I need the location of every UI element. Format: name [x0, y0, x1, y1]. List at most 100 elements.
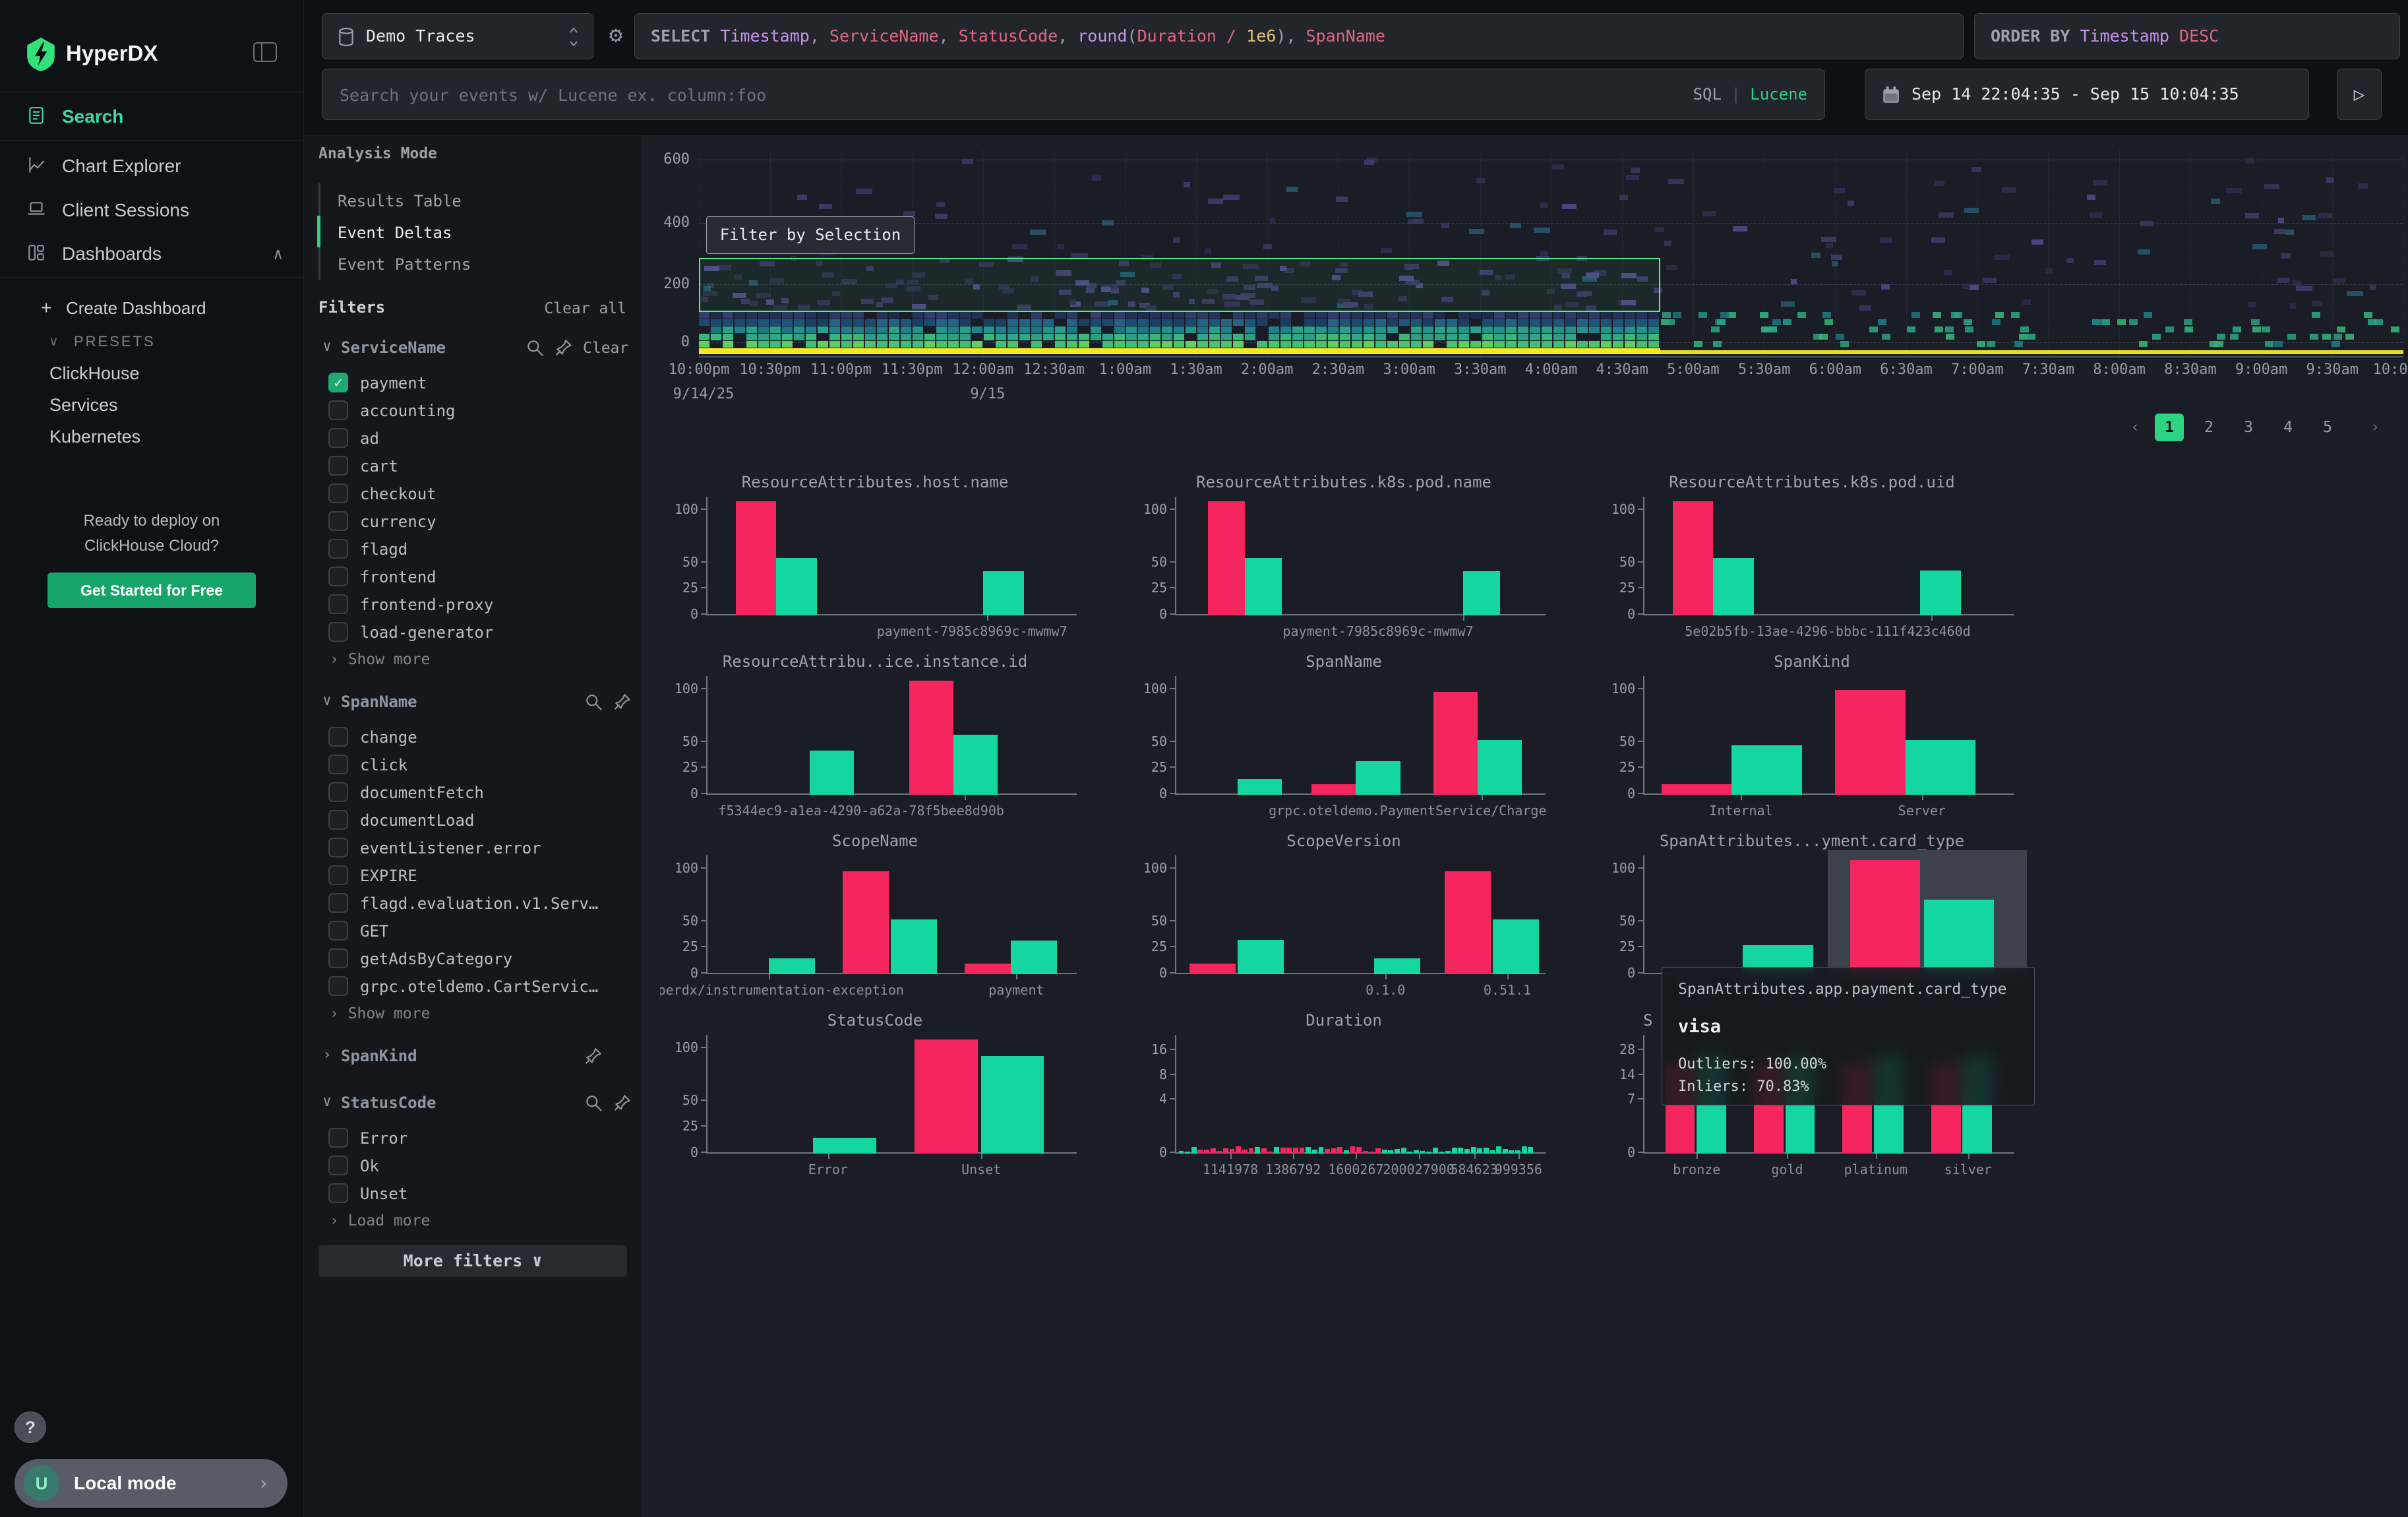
filter-option-row[interactable]: grpc.oteldemo.CartServic… — [304, 972, 641, 1000]
pagination-page-3[interactable]: 3 — [2234, 414, 2263, 441]
checkbox[interactable] — [328, 1128, 348, 1148]
checkbox[interactable] — [328, 921, 348, 941]
filter-option-row[interactable]: cart — [304, 452, 641, 480]
filter-option-row[interactable]: frontend — [304, 563, 641, 590]
checkbox[interactable] — [328, 893, 348, 913]
checkbox[interactable] — [328, 428, 348, 448]
create-dashboard-button[interactable]: + Create Dashboard — [0, 294, 303, 323]
pin-icon[interactable] — [613, 1094, 633, 1116]
sql-toggle[interactable]: SQL — [1693, 85, 1722, 104]
pagination-page-1[interactable]: 1 — [2155, 414, 2184, 441]
filter-option-row[interactable]: getAdsByCategory — [304, 944, 641, 972]
sidebar-collapse-icon[interactable] — [253, 42, 277, 62]
filter-option-row[interactable]: EXPIRE — [304, 861, 641, 889]
analysis-mode-results-table[interactable]: Results Table — [338, 185, 601, 217]
sidebar-item-client-sessions[interactable]: Client Sessions — [0, 188, 303, 233]
filter-group-header-servicename[interactable]: ∨ServiceNameClear — [304, 333, 641, 363]
checkbox[interactable] — [328, 456, 348, 476]
filter-option-row[interactable]: checkout — [304, 480, 641, 507]
pagination-page-5[interactable]: 5 — [2313, 414, 2342, 441]
run-query-button[interactable]: ▷ — [2337, 69, 2382, 120]
analysis-mode-event-patterns[interactable]: Event Patterns — [338, 249, 601, 280]
filter-option-row[interactable]: load-generator — [304, 618, 641, 646]
checkbox[interactable] — [328, 976, 348, 996]
heatmap-selection[interactable] — [699, 258, 1660, 312]
sidebar-preset-clickhouse[interactable]: ClickHouse — [49, 357, 287, 389]
checkbox[interactable] — [328, 567, 348, 586]
checkbox[interactable] — [328, 483, 348, 503]
get-started-button[interactable]: Get Started for Free — [47, 573, 256, 608]
pin-icon[interactable] — [613, 693, 633, 715]
filter-option-row[interactable]: Ok — [304, 1152, 641, 1179]
checkbox[interactable] — [328, 727, 348, 747]
bar-outlier — [1835, 690, 1905, 795]
checkbox[interactable] — [328, 810, 348, 830]
filter-option-row[interactable]: frontend-proxy — [304, 590, 641, 618]
clear-all-filters[interactable]: Clear all — [508, 300, 626, 317]
sidebar-preset-kubernetes[interactable]: Kubernetes — [49, 421, 287, 452]
filter-group-header-statuscode[interactable]: ∨StatusCode — [304, 1088, 641, 1119]
sql-select-input[interactable]: SELECT Timestamp, ServiceName, StatusCod… — [634, 13, 1964, 59]
sidebar-item-dashboards[interactable]: Dashboards∧ — [0, 232, 303, 276]
checkbox[interactable] — [328, 1183, 348, 1203]
filter-option-row[interactable]: change — [304, 723, 641, 751]
local-mode-menu[interactable]: U Local mode › — [15, 1459, 287, 1508]
magnifier-icon[interactable] — [584, 693, 604, 715]
filter-option-row[interactable]: flagd — [304, 535, 641, 563]
checkbox[interactable] — [328, 782, 348, 802]
help-button[interactable]: ? — [15, 1411, 46, 1443]
checkbox[interactable] — [328, 539, 348, 559]
sidebar-item-search[interactable]: Search — [0, 94, 303, 139]
magnifier-icon[interactable] — [584, 1094, 604, 1116]
filter-group-clear[interactable]: Clear — [583, 340, 626, 357]
filter-option-row[interactable]: eventListener.error — [304, 834, 641, 861]
filter-option-row[interactable]: currency — [304, 507, 641, 535]
source-select[interactable]: Demo Traces — [322, 13, 593, 59]
filter-option-row[interactable]: documentFetch — [304, 778, 641, 806]
filter-show-more[interactable]: › Show more — [304, 647, 641, 675]
filter-option-row[interactable]: accounting — [304, 396, 641, 424]
pin-icon[interactable] — [555, 338, 574, 361]
checkbox[interactable] — [328, 622, 348, 642]
checkbox[interactable] — [328, 594, 348, 614]
checkbox[interactable] — [328, 948, 348, 968]
filter-group-header-spanname[interactable]: ∨SpanName — [304, 687, 641, 718]
gear-icon[interactable]: ⚙ — [601, 12, 630, 58]
magnifier-icon[interactable] — [526, 338, 545, 361]
filter-group-header-spankind[interactable]: ›SpanKind — [304, 1041, 641, 1072]
checkbox[interactable] — [328, 755, 348, 774]
pagination-next[interactable]: › — [2361, 414, 2390, 441]
filter-option-row[interactable]: ✓payment — [304, 369, 641, 396]
checkbox[interactable] — [328, 838, 348, 857]
filter-option-row[interactable]: GET — [304, 917, 641, 944]
date-range-picker[interactable]: Sep 14 22:04:35 - Sep 15 10:04:35 — [1865, 69, 2309, 120]
pagination-page-4[interactable]: 4 — [2273, 414, 2303, 441]
checkbox[interactable] — [328, 865, 348, 885]
checkbox-checked[interactable]: ✓ — [328, 373, 348, 392]
checkbox[interactable] — [328, 1156, 348, 1175]
clickhouse-cloud-promo: Ready to deploy on ClickHouse Cloud? Get… — [20, 496, 284, 617]
filter-by-selection-button[interactable]: Filter by Selection — [706, 216, 915, 254]
filter-option-row[interactable]: Error — [304, 1124, 641, 1152]
presets-toggle[interactable]: ∨ PRESETS — [0, 327, 303, 356]
filter-show-more[interactable]: › Show more — [304, 1001, 641, 1029]
checkbox[interactable] — [328, 400, 348, 420]
lucene-toggle[interactable]: Lucene — [1750, 85, 1807, 104]
sidebar-preset-services[interactable]: Services — [49, 389, 287, 421]
pin-icon[interactable] — [584, 1047, 604, 1069]
language-toggle[interactable]: SQL | Lucene — [1693, 69, 1807, 119]
order-by-input[interactable]: ORDER BY Timestamp DESC — [1974, 13, 2400, 59]
more-filters-button[interactable]: More filters ∨ — [318, 1245, 627, 1277]
checkbox[interactable] — [328, 511, 348, 531]
filter-load-more[interactable]: › Load more — [304, 1208, 641, 1236]
filter-option-row[interactable]: click — [304, 751, 641, 778]
search-input[interactable] — [338, 69, 1633, 121]
analysis-mode-event-deltas[interactable]: Event Deltas — [338, 217, 601, 249]
filter-option-row[interactable]: documentLoad — [304, 806, 641, 834]
filter-option-row[interactable]: Unset — [304, 1179, 641, 1207]
pagination-prev[interactable]: ‹ — [2121, 414, 2150, 441]
sidebar-item-chart-explorer[interactable]: Chart Explorer — [0, 144, 303, 189]
pagination-page-2[interactable]: 2 — [2194, 414, 2223, 441]
filter-option-row[interactable]: flagd.evaluation.v1.Serv… — [304, 889, 641, 917]
filter-option-row[interactable]: ad — [304, 424, 641, 452]
